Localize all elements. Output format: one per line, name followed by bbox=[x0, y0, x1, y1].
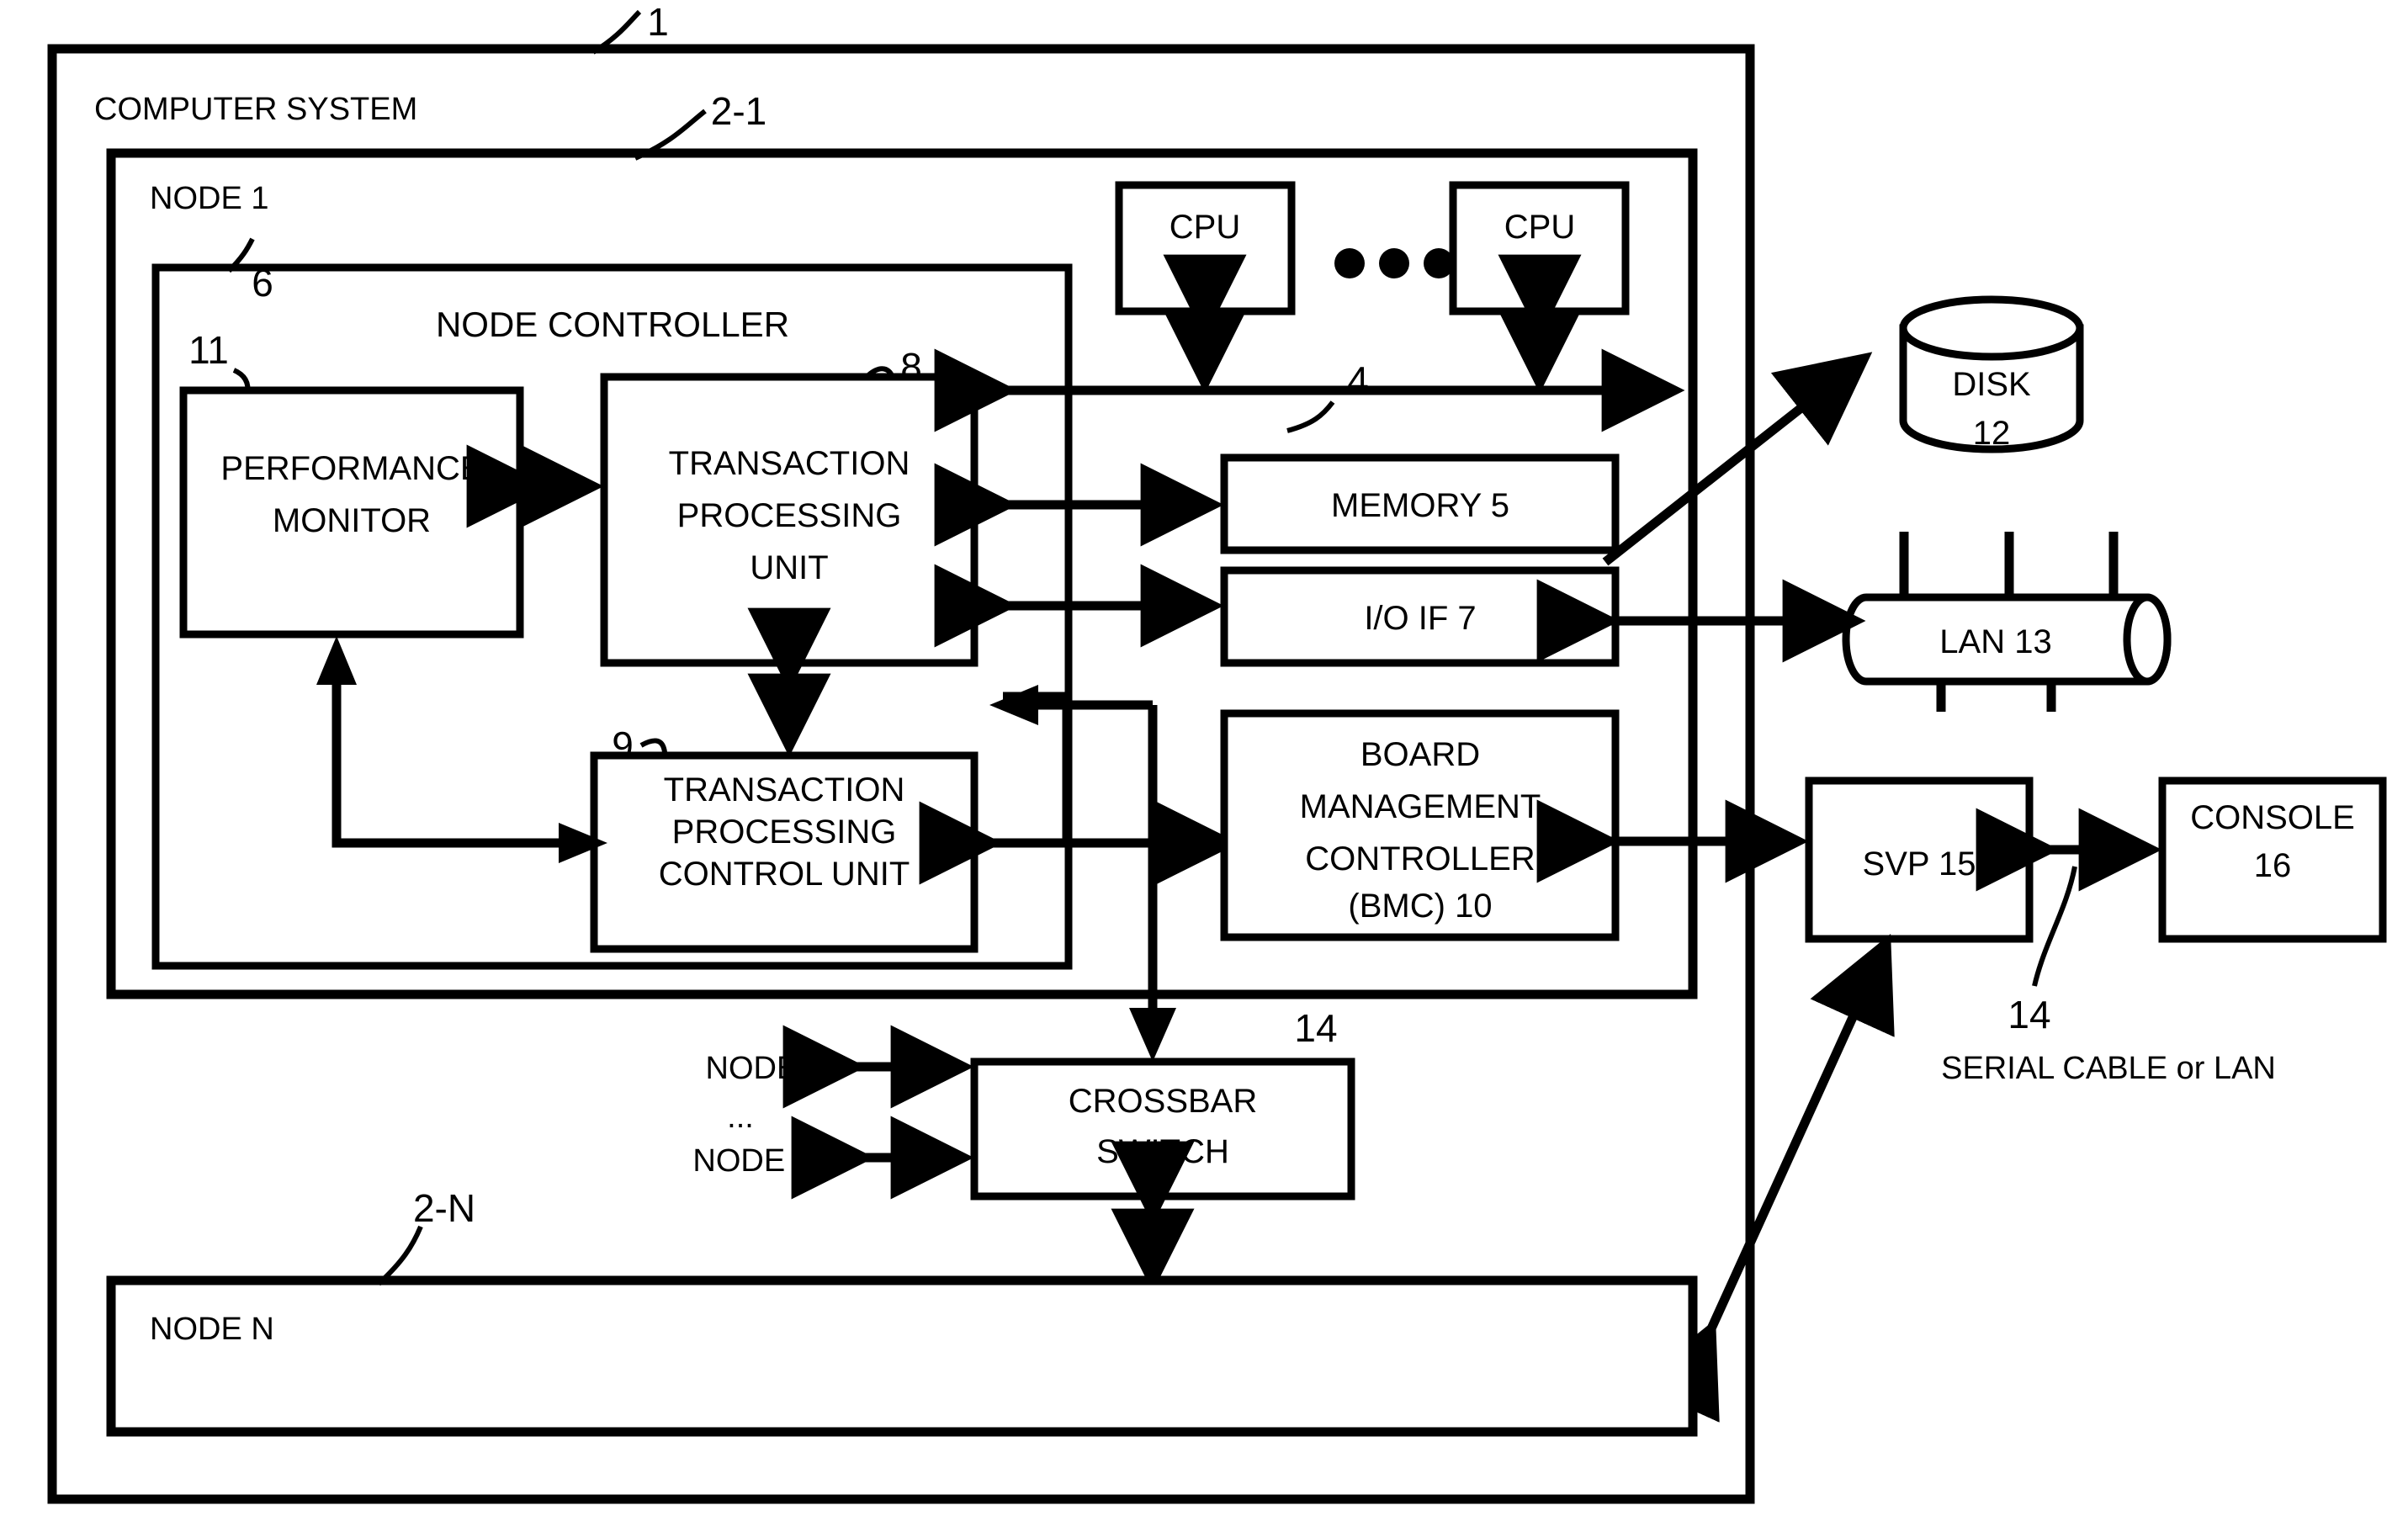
patent-figure-canvas: 1 COMPUTER SYSTEM 2-1 NODE 1 6 NODE CONT… bbox=[0, 0, 2408, 1516]
ref-label-nodeN: 2-N bbox=[413, 1186, 475, 1230]
ref-label-computer-system: 1 bbox=[647, 0, 669, 44]
system-block-diagram: 1 COMPUTER SYSTEM 2-1 NODE 1 6 NODE CONT… bbox=[47, 0, 2387, 1504]
nodeN-boundary bbox=[106, 1275, 1698, 1437]
ref-label-bus: 4 bbox=[1347, 358, 1369, 402]
node-controller-title: NODE CONTROLLER bbox=[436, 305, 789, 344]
crossbar-label-line2: SWITCH bbox=[1096, 1133, 1229, 1170]
performance-monitor-label-line1: PERFORMANCE bbox=[220, 450, 482, 487]
cpu-3-M-label-line1: CPU bbox=[1504, 209, 1575, 246]
lan-label: LAN 13 bbox=[1939, 623, 2051, 660]
svp-label: SVP 15 bbox=[1863, 845, 1976, 883]
io-if-label: I/O IF 7 bbox=[1364, 600, 1476, 637]
cpu-3-1-box[interactable] bbox=[1115, 181, 1296, 315]
serial-cable-caption: SERIAL CABLE or LAN bbox=[1941, 1051, 2276, 1086]
nodeN-title: NODE N bbox=[150, 1312, 274, 1347]
bmc-label-line1: BOARD bbox=[1360, 736, 1480, 773]
ref-label-performance-monitor: 11 bbox=[188, 328, 229, 372]
crossbar-switch-box[interactable] bbox=[970, 1057, 1355, 1201]
cpu-ellipsis-dot-1 bbox=[1334, 248, 1365, 278]
node-ellipsis-right: ... bbox=[888, 1103, 915, 1138]
cpu-3-M-label-line2: 3-M bbox=[1511, 255, 1569, 292]
cpu-ellipsis-dot-2 bbox=[1379, 248, 1409, 278]
node-ellipsis-left: ... bbox=[727, 1100, 754, 1135]
node2-label: NODE 2 bbox=[706, 1051, 825, 1086]
cpu-3-1-label-line1: CPU bbox=[1170, 209, 1240, 246]
tpcu-label-line1: TRANSACTION bbox=[664, 771, 905, 808]
tpu-label-line3: UNIT bbox=[750, 549, 828, 586]
console-label-line2: 16 bbox=[2254, 847, 2292, 884]
cpu-3-M-box[interactable] bbox=[1449, 181, 1630, 315]
crossbar-label-line1: CROSSBAR bbox=[1069, 1083, 1258, 1120]
disk-label-line1: DISK bbox=[1952, 366, 2031, 403]
leader-line-serial bbox=[2032, 866, 2077, 987]
bmc-label-line2: MANAGEMENT bbox=[1300, 788, 1541, 825]
performance-monitor-label-line2: MONITOR bbox=[273, 502, 431, 539]
lan-pipe[interactable] bbox=[1842, 532, 2172, 712]
ref-label-serial-link: 14 bbox=[2008, 993, 2050, 1036]
tpcu-label-line3: CONTROL UNIT bbox=[659, 856, 910, 893]
bmc-label-line3: CONTROLLER bbox=[1305, 840, 1535, 877]
ref-label-node-controller: 6 bbox=[252, 261, 273, 305]
tpu-label-line1: TRANSACTION bbox=[669, 445, 910, 482]
disk-label-line2: 12 bbox=[1973, 415, 2011, 452]
console-label-line1: CONSOLE bbox=[2190, 799, 2355, 836]
node1-title: NODE 1 bbox=[150, 181, 268, 216]
computer-system-title: COMPUTER SYSTEM bbox=[94, 92, 417, 127]
ref-label-node1: 2-1 bbox=[711, 89, 766, 133]
cpu-3-1-label-line2: 3-1 bbox=[1180, 255, 1229, 292]
tpcu-label-line2: PROCESSING bbox=[672, 814, 897, 851]
node-n-minus-1-label: NODE N-1 bbox=[692, 1143, 846, 1179]
bmc-label-line4: (BMC) 10 bbox=[1348, 888, 1492, 925]
ref-label-crossbar: 14 bbox=[1294, 1006, 1337, 1050]
tpu-label-line2: PROCESSING bbox=[677, 497, 902, 534]
memory-label: MEMORY 5 bbox=[1331, 487, 1509, 524]
